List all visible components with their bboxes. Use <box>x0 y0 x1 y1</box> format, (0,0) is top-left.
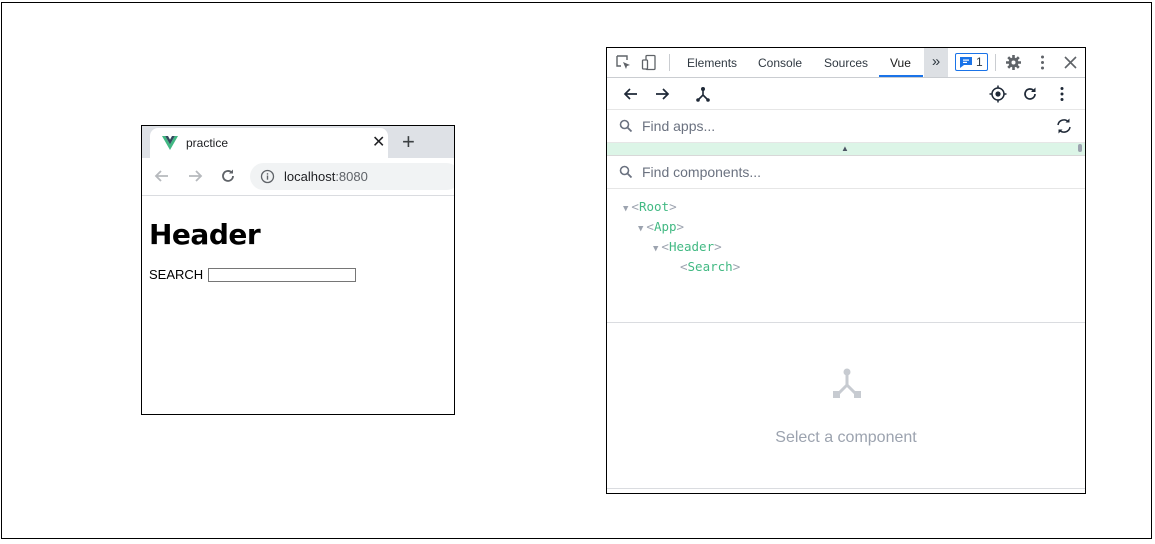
devtools-panel: Elements Console Sources Vue » 1 Find ap… <box>606 47 1086 494</box>
issues-icon <box>960 57 972 68</box>
address-bar[interactable]: localhost:8080 <box>250 163 454 190</box>
find-apps-placeholder: Find apps... <box>642 118 716 134</box>
device-toggle-icon[interactable] <box>641 54 658 71</box>
inspect-element-icon[interactable] <box>615 54 632 71</box>
url-text: localhost:8080 <box>284 169 368 184</box>
collapse-caret-icon[interactable]: ▲ <box>841 144 849 153</box>
tab-vue[interactable]: Vue <box>890 56 911 70</box>
select-component-target-icon[interactable] <box>989 85 1007 103</box>
tree-node-header[interactable]: ▼ <Header> <box>653 239 722 254</box>
search-icon <box>619 165 633 179</box>
active-tab-indicator <box>879 75 923 77</box>
find-components-field[interactable]: Find components... <box>607 156 1085 189</box>
search-icon <box>619 119 633 133</box>
issues-badge[interactable]: 1 <box>955 53 988 71</box>
find-components-placeholder: Find components... <box>642 164 762 180</box>
close-devtools-icon[interactable] <box>1062 54 1079 71</box>
browser-tab[interactable]: practice ✕ <box>150 128 388 158</box>
tab-elements[interactable]: Elements <box>687 56 737 70</box>
page-heading: Header <box>149 218 261 251</box>
back-icon[interactable] <box>152 166 172 186</box>
component-tree: ▼ <Root> ▼ <App> ▼ <Header> <Search> <box>607 189 1085 323</box>
expand-triangle-icon[interactable]: ▼ <box>623 204 628 214</box>
tree-node-search[interactable]: <Search> <box>680 259 740 274</box>
more-options-icon[interactable] <box>1034 54 1051 71</box>
search-row: SEARCH <box>149 267 447 282</box>
browser-toolbar: localhost:8080 <box>142 158 454 196</box>
component-tree-icon[interactable] <box>694 85 712 103</box>
settings-gear-icon[interactable] <box>1005 54 1022 71</box>
more-options-icon[interactable] <box>1053 85 1071 103</box>
search-input[interactable] <box>208 267 357 282</box>
vue-toolbar <box>607 78 1085 110</box>
expand-triangle-icon[interactable]: ▼ <box>653 244 658 254</box>
forward-icon[interactable] <box>185 166 205 186</box>
expand-triangle-icon[interactable]: ▼ <box>638 224 643 234</box>
empty-state-message: Select a component <box>775 429 917 446</box>
toolbar-divider <box>669 54 670 71</box>
page-content: Header SEARCH <box>142 196 454 282</box>
tab-strip: practice ✕ + <box>142 126 454 158</box>
tab-title: practice <box>186 136 229 150</box>
tree-node-label: Root <box>638 199 670 214</box>
back-icon[interactable] <box>622 85 640 103</box>
tree-node-app[interactable]: ▼ <App> <box>638 219 684 234</box>
browser-window: practice ✕ + localhost:8080 Header SEARC… <box>141 125 455 415</box>
tab-sources[interactable]: Sources <box>824 56 868 70</box>
refresh-icon[interactable] <box>1021 85 1039 103</box>
vue-logo-icon <box>162 136 178 150</box>
toolbar-divider <box>995 54 996 71</box>
url-port: :8080 <box>335 169 368 184</box>
tab-console[interactable]: Console <box>758 56 802 70</box>
tree-node-label: Search <box>687 259 733 274</box>
new-tab-icon[interactable]: + <box>402 129 415 155</box>
search-label: SEARCH <box>149 267 204 282</box>
info-icon[interactable] <box>260 169 275 184</box>
reload-icon[interactable] <box>218 166 238 186</box>
forward-icon[interactable] <box>653 85 671 103</box>
issues-count: 1 <box>976 55 983 69</box>
url-host: localhost <box>284 169 336 184</box>
devtools-tab-bar: Elements Console Sources Vue » 1 <box>607 48 1085 78</box>
find-apps-field[interactable]: Find apps... <box>607 110 1085 143</box>
app-selector-strip[interactable]: ▲ <box>607 143 1085 156</box>
inspector-empty-state: Select a component <box>607 323 1085 489</box>
close-tab-icon[interactable]: ✕ <box>372 133 385 153</box>
tree-node-label: Header <box>668 239 715 254</box>
tree-node-label: App <box>653 219 677 234</box>
more-tabs-button[interactable]: » <box>924 48 948 77</box>
sync-icon[interactable] <box>1055 117 1073 135</box>
component-tree-icon <box>833 368 861 398</box>
tree-node-root[interactable]: ▼ <Root> <box>623 199 677 214</box>
scrollbar-thumb[interactable] <box>1078 144 1082 152</box>
